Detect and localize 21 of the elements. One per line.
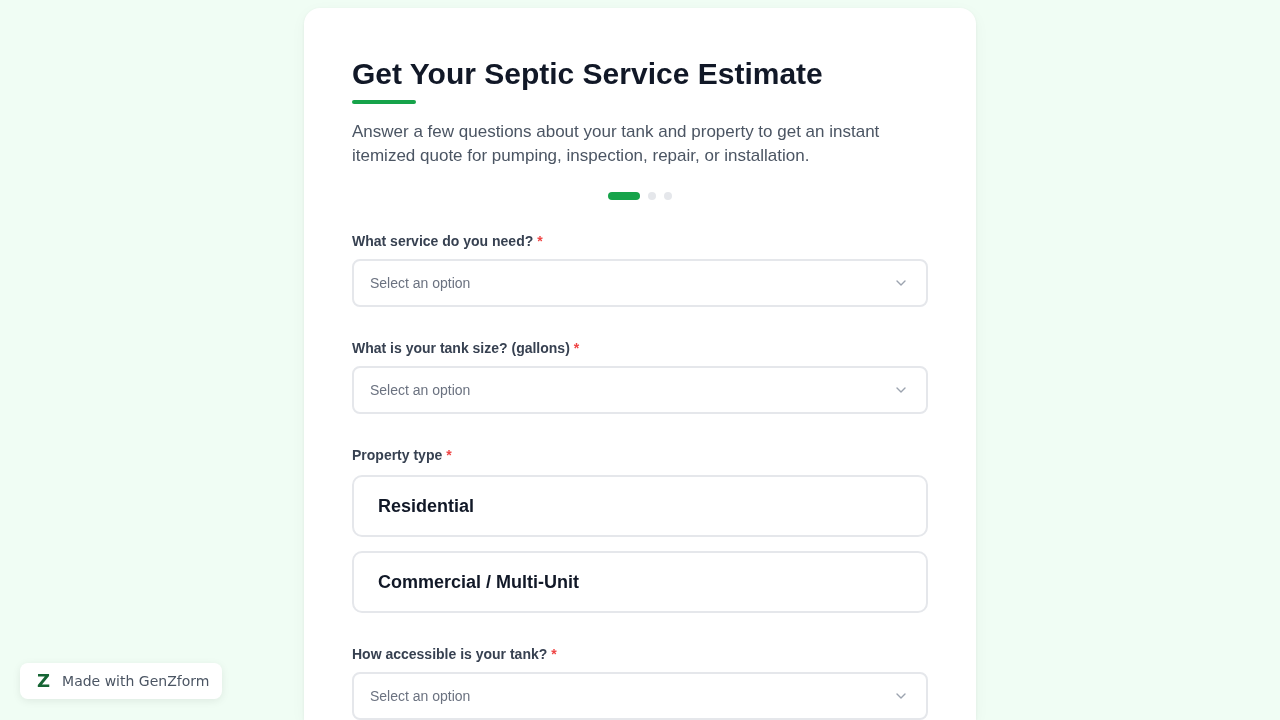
required-asterisk: * [551,645,557,664]
select-field[interactable]: Select an option [352,259,928,307]
required-asterisk: * [446,446,452,465]
radio-option[interactable]: Commercial / Multi-Unit [352,551,928,613]
field-label: Property type [352,446,443,465]
title-underline [352,100,416,104]
field-label: What service do you need? [352,232,534,251]
form-title: Get Your Septic Service Estimate [352,56,823,92]
chevron-down-icon [896,693,906,699]
field-label: How accessible is your tank? [352,645,548,664]
radio-option[interactable]: Residential [352,475,928,537]
select-field[interactable]: Select an option [352,672,928,720]
logo-letter: Z [37,671,51,691]
chevron-down-icon [896,280,906,286]
made-with-badge[interactable]: Z Made with GenZform [20,663,223,699]
select-field[interactable]: Select an option [352,366,928,414]
chevron-down-icon [896,387,906,393]
required-asterisk: * [573,339,580,358]
form-description: Answer a few questions about your tank and property to get an instant itemized quote for pumping, inspection, repair, or installation. [352,121,881,167]
field-label: What is your tank size? (gallons) [352,339,570,358]
required-asterisk: * [537,232,543,251]
